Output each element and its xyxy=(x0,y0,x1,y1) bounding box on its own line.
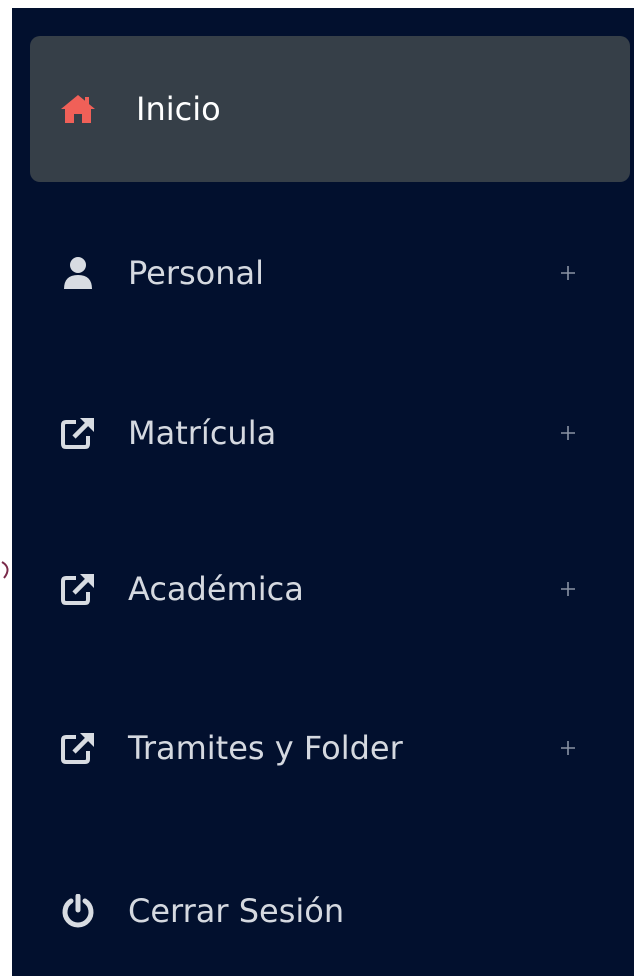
sidebar-item-label: Cerrar Sesión xyxy=(128,892,345,930)
sidebar-item-cerrar-sesion[interactable]: Cerrar Sesión xyxy=(30,838,630,976)
external-link-icon xyxy=(60,730,96,766)
sidebar-item-label: Tramites y Folder xyxy=(128,729,403,767)
power-icon xyxy=(60,893,96,929)
sidebar-item-label: Inicio xyxy=(136,90,221,128)
sidebar-item-label: Personal xyxy=(128,254,265,292)
plus-icon[interactable] xyxy=(554,419,582,447)
sidebar-menu: Inicio Personal Matrícula Académica Tram… xyxy=(12,8,634,976)
external-link-icon xyxy=(60,415,96,451)
sidebar-item-matricula[interactable]: Matrícula xyxy=(30,360,630,506)
plus-icon[interactable] xyxy=(554,734,582,762)
sidebar-item-inicio[interactable]: Inicio xyxy=(30,36,630,182)
user-icon xyxy=(60,255,96,291)
sidebar-item-tramites-folder[interactable]: Tramites y Folder xyxy=(30,675,630,821)
sidebar-item-personal[interactable]: Personal xyxy=(30,200,630,346)
external-link-icon xyxy=(60,571,96,607)
plus-icon[interactable] xyxy=(554,575,582,603)
sidebar-item-label: Matrícula xyxy=(128,414,277,452)
plus-icon[interactable] xyxy=(554,259,582,287)
home-icon xyxy=(60,91,96,127)
page: Inicio Personal Matrícula Académica Tram… xyxy=(0,0,634,976)
sidebar-item-label: Académica xyxy=(128,570,304,608)
sidebar-item-academica[interactable]: Académica xyxy=(30,516,630,662)
